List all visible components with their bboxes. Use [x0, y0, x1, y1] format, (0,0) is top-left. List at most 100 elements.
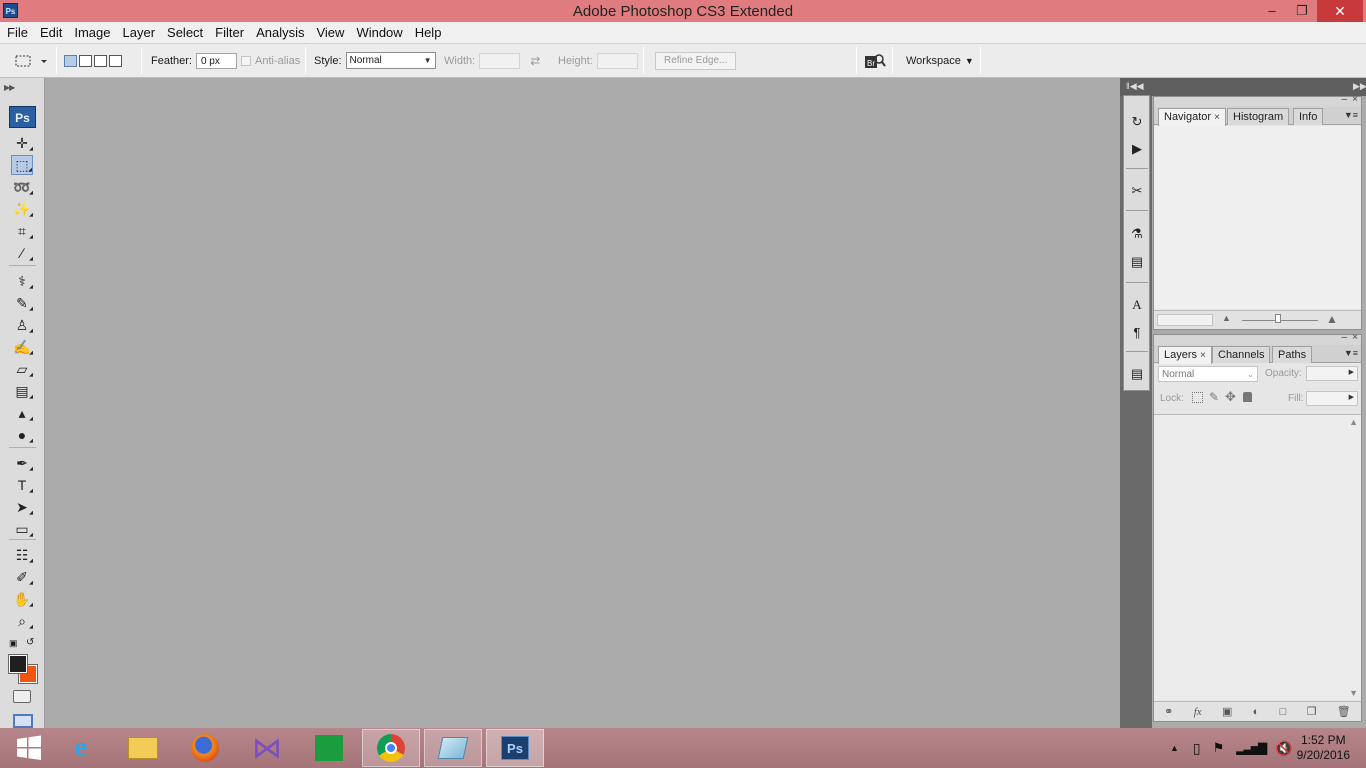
- minimize-button[interactable]: –: [1257, 0, 1287, 22]
- stamp-tool[interactable]: ♙ ◢: [11, 315, 33, 335]
- zoom-field[interactable]: [1157, 314, 1213, 326]
- taskbar-internet-explorer[interactable]: e: [52, 729, 110, 767]
- menu-view[interactable]: View: [310, 22, 350, 43]
- brush-tool[interactable]: ✎ ◢: [11, 293, 33, 313]
- pen-tool[interactable]: ✒ ◢: [11, 453, 33, 473]
- minimize-panel-icon[interactable]: –: [1341, 94, 1347, 105]
- clone-source-panel-icon[interactable]: ⚗: [1127, 224, 1147, 244]
- taskbar-firefox[interactable]: [176, 729, 234, 767]
- width-input[interactable]: [479, 52, 521, 69]
- notes-panel-icon[interactable]: ▤: [1127, 364, 1147, 384]
- history-panel-icon[interactable]: ↻: [1127, 112, 1147, 132]
- scroll-down-icon[interactable]: ▼: [1349, 688, 1358, 698]
- intersect-selection-icon[interactable]: [109, 54, 122, 67]
- taskbar-visual-studio[interactable]: ⋈: [238, 729, 296, 767]
- add-to-selection-icon[interactable]: [79, 54, 92, 67]
- tab-navigator[interactable]: Navigator ×: [1158, 108, 1226, 126]
- layer-comps-panel-icon[interactable]: ▤: [1127, 252, 1147, 272]
- menu-file[interactable]: File: [0, 22, 34, 43]
- subtract-from-selection-icon[interactable]: [94, 54, 107, 67]
- hand-tool[interactable]: ✋ ◢: [11, 589, 33, 609]
- zoom-slider-thumb[interactable]: [1275, 314, 1281, 323]
- character-panel-icon[interactable]: A: [1127, 295, 1147, 315]
- zoom-in-icon[interactable]: ▲: [1326, 312, 1338, 326]
- tool-presets-panel-icon[interactable]: ✂: [1127, 181, 1147, 201]
- close-button[interactable]: ✕: [1317, 0, 1363, 22]
- zoom-tool[interactable]: ⌕ ◢: [11, 611, 33, 631]
- swap-colors-icon[interactable]: ↺: [26, 637, 34, 648]
- tab-histogram[interactable]: Histogram: [1227, 108, 1290, 125]
- slice-tool[interactable]: ∕ ◢: [11, 243, 33, 263]
- menu-select[interactable]: Select: [161, 22, 209, 43]
- move-tool[interactable]: ✛ ◢: [11, 133, 33, 153]
- blur-tool[interactable]: ▴ ◢: [11, 403, 33, 423]
- taskbar-store[interactable]: [300, 729, 358, 767]
- actions-panel-icon[interactable]: ▶: [1127, 139, 1147, 159]
- maximize-button[interactable]: ❐: [1287, 0, 1317, 22]
- panel-menu-icon[interactable]: ▼≡: [1344, 348, 1358, 358]
- menu-help[interactable]: Help: [409, 22, 448, 43]
- eyedropper-tool[interactable]: ✐ ◢: [11, 567, 33, 587]
- refine-edge-button[interactable]: Refine Edge...: [655, 51, 737, 70]
- workspace-menu[interactable]: Workspace ▼: [906, 44, 974, 77]
- adjustment-layer-icon[interactable]: ◐: [1253, 706, 1260, 718]
- taskbar-chrome[interactable]: [362, 729, 420, 767]
- lock-pixels-icon[interactable]: ✎: [1209, 390, 1219, 404]
- new-selection-icon[interactable]: [64, 54, 77, 67]
- blend-mode-select[interactable]: Normal ⌄: [1158, 366, 1258, 382]
- menu-layer[interactable]: Layer: [117, 22, 162, 43]
- bridge-icon[interactable]: Br: [864, 52, 886, 70]
- default-colors-icon[interactable]: ▣: [9, 638, 18, 649]
- screen-mode-icon[interactable]: [13, 714, 33, 728]
- tool-preset-picker[interactable]: [14, 44, 48, 77]
- taskbar-photoshop[interactable]: Ps: [486, 729, 544, 767]
- close-icon[interactable]: ×: [1200, 350, 1206, 361]
- tab-channels[interactable]: Channels: [1212, 346, 1271, 363]
- scroll-up-icon[interactable]: ▲: [1349, 417, 1358, 427]
- flag-icon[interactable]: ⚑: [1213, 740, 1225, 756]
- crop-tool[interactable]: ⌗ ◢: [11, 221, 33, 241]
- minimize-panel-icon[interactable]: –: [1341, 332, 1347, 343]
- close-panel-icon[interactable]: ×: [1352, 332, 1358, 343]
- feather-input[interactable]: 0 px: [195, 52, 237, 69]
- network-icon[interactable]: ▂▃▅▇: [1236, 741, 1267, 755]
- tab-paths[interactable]: Paths: [1272, 346, 1313, 363]
- panel-collapse-grip[interactable]: ▶▶: [4, 83, 15, 92]
- lock-all-icon[interactable]: [1243, 392, 1252, 402]
- layer-style-icon[interactable]: fx: [1194, 706, 1202, 718]
- menu-image[interactable]: Image: [68, 22, 116, 43]
- panel-menu-icon[interactable]: ▼≡: [1344, 110, 1358, 120]
- battery-icon[interactable]: ▯: [1193, 740, 1201, 757]
- document-workspace[interactable]: [46, 78, 1120, 728]
- zoom-out-icon[interactable]: ▲: [1222, 313, 1231, 323]
- height-input[interactable]: [596, 52, 638, 69]
- healing-brush-tool[interactable]: ⚕ ◢: [11, 271, 33, 291]
- marquee-tool[interactable]: ⬚ ◢: [11, 155, 33, 175]
- photoshop-logo[interactable]: Ps: [9, 106, 36, 128]
- close-icon[interactable]: ×: [1214, 112, 1220, 123]
- quick-mask-icon[interactable]: [13, 690, 31, 703]
- menu-edit[interactable]: Edit: [34, 22, 68, 43]
- fill-input[interactable]: ▶: [1306, 391, 1358, 406]
- shape-tool[interactable]: ▭ ◢: [11, 519, 33, 539]
- foreground-color-swatch[interactable]: [8, 654, 28, 674]
- tab-layers[interactable]: Layers ×: [1158, 346, 1212, 364]
- menu-filter[interactable]: Filter: [209, 22, 250, 43]
- history-brush-tool[interactable]: ✍ ◢: [11, 337, 33, 357]
- swap-dimensions-icon[interactable]: ⇄: [530, 54, 540, 68]
- type-tool[interactable]: T ◢: [11, 475, 33, 495]
- lock-position-icon[interactable]: ✥: [1225, 389, 1236, 405]
- dodge-tool[interactable]: ● ◢: [11, 425, 33, 445]
- taskbar-file-explorer[interactable]: [114, 729, 172, 767]
- menu-analysis[interactable]: Analysis: [250, 22, 310, 43]
- volume-muted-icon[interactable]: 🔇: [1275, 740, 1292, 757]
- tab-info[interactable]: Info: [1293, 108, 1324, 125]
- add-mask-icon[interactable]: ▣: [1222, 705, 1232, 718]
- antialias-checkbox[interactable]: [241, 55, 251, 66]
- show-hidden-icons[interactable]: ▲: [1170, 743, 1179, 753]
- system-clock[interactable]: 1:52 PM 9/20/2016: [1297, 733, 1350, 763]
- paragraph-panel-icon[interactable]: ¶: [1127, 322, 1147, 342]
- opacity-input[interactable]: ▶: [1306, 366, 1358, 381]
- lock-transparency-icon[interactable]: [1192, 392, 1203, 403]
- new-group-icon[interactable]: □: [1280, 706, 1287, 718]
